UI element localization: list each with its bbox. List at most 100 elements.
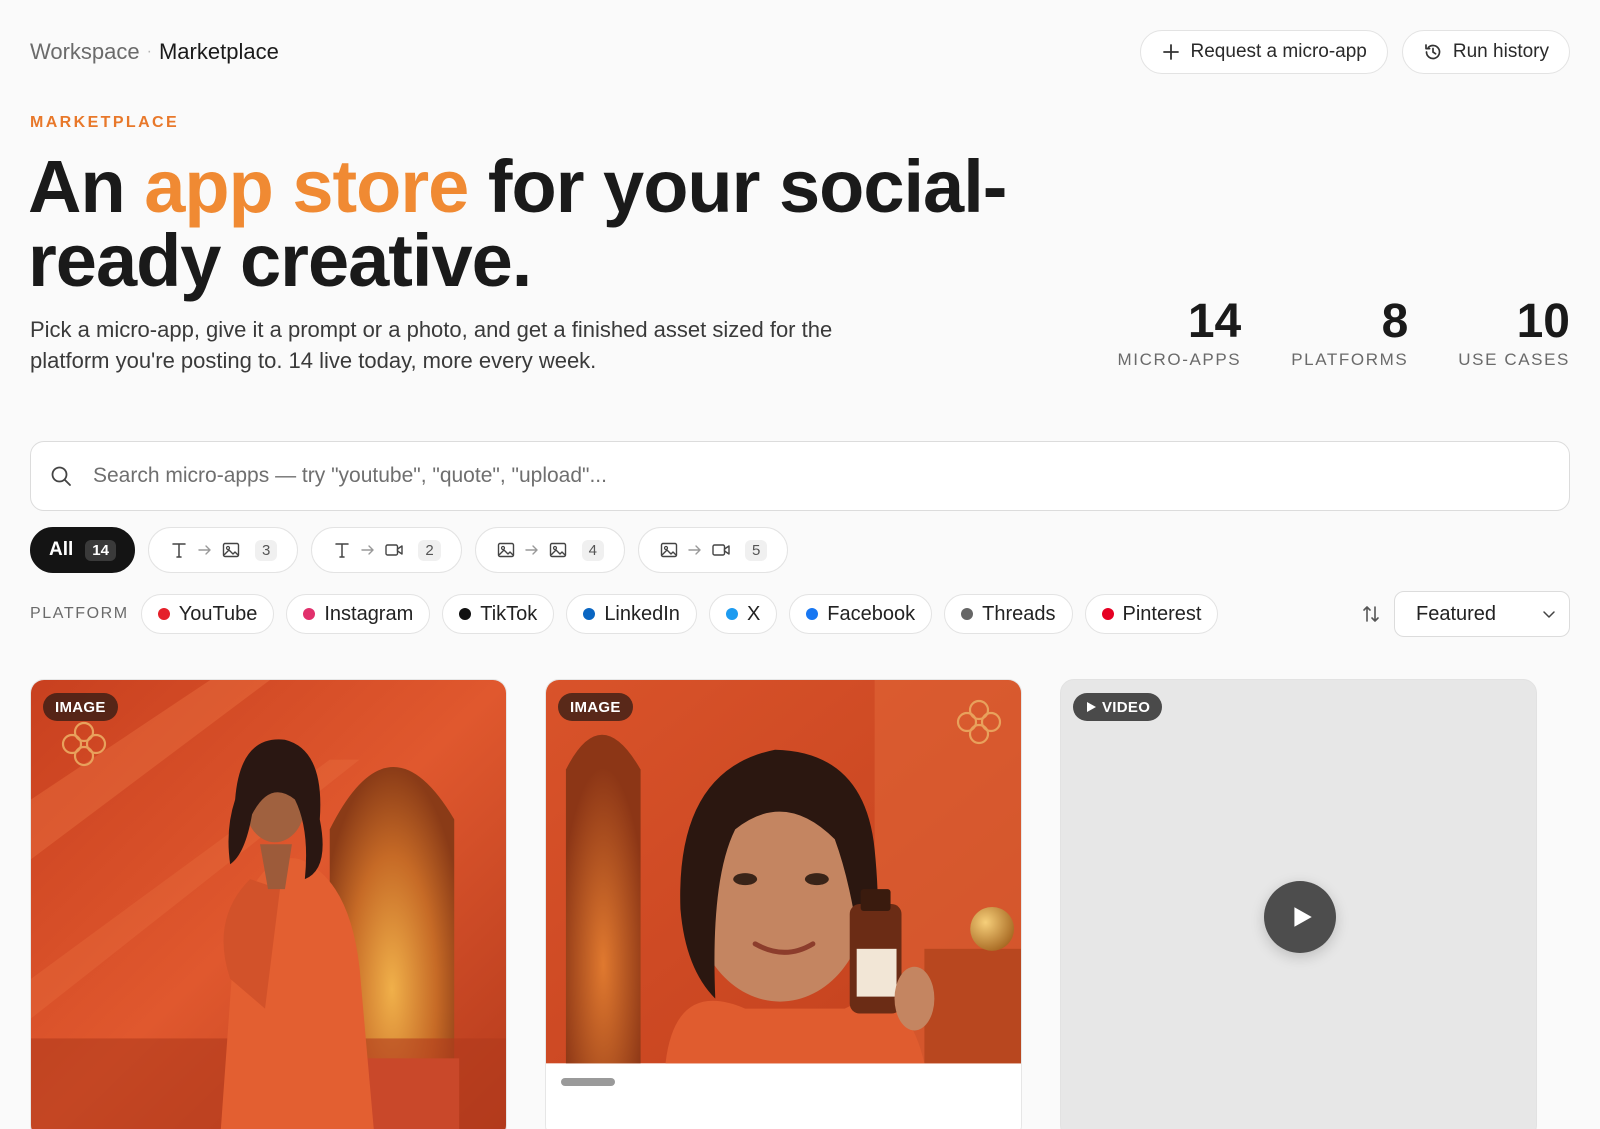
play-icon	[1294, 907, 1312, 927]
platform-chip-threads[interactable]: Threads	[944, 594, 1073, 634]
media-type-badge: VIDEO	[1073, 693, 1163, 721]
platform-chip-label: YouTube	[178, 602, 258, 625]
chevron-down-icon	[1543, 611, 1555, 618]
sort-area: Featured	[1360, 591, 1570, 637]
platform-color-dot	[961, 608, 974, 620]
sort-select[interactable]: Featured	[1394, 591, 1570, 637]
filter-text-to-video[interactable]: 2	[311, 527, 462, 573]
request-micro-app-button[interactable]: Request a micro-app	[1139, 30, 1388, 74]
platform-chip-label: Instagram	[324, 602, 414, 625]
stat-use-cases: 10 USE CASES	[1458, 296, 1570, 370]
stat-value: 14	[1187, 295, 1242, 348]
platform-filter-row: PLATFORM YouTube Instagram TikTok LinkedIn X…	[30, 591, 1570, 637]
card-thumbnail	[31, 680, 506, 1129]
platform-chip-x[interactable]: X	[708, 594, 778, 634]
stat-micro-apps: 14 MICRO-APPS	[1118, 296, 1242, 370]
video-icon	[712, 544, 730, 556]
page-title: An app store for your social-ready creat…	[28, 150, 1038, 298]
platform-color-dot	[806, 608, 819, 620]
platform-filter-label: PLATFORM	[30, 605, 129, 622]
platform-chip-label: TikTok	[480, 602, 538, 625]
title-part-1: An	[28, 145, 126, 228]
sort-icon[interactable]	[1360, 603, 1382, 625]
stat-label: MICRO-APPS	[1117, 350, 1242, 369]
arrow-right-icon	[198, 545, 211, 555]
platform-color-dot	[459, 608, 472, 620]
filter-count: 14	[85, 539, 116, 561]
platform-chip-facebook[interactable]: Facebook	[789, 594, 933, 634]
search-icon	[51, 466, 71, 486]
arrow-right-icon	[524, 545, 538, 555]
play-button[interactable]	[1264, 881, 1336, 953]
text-icon	[172, 543, 186, 558]
platform-chip-label: X	[746, 602, 761, 625]
filter-count: 5	[745, 539, 768, 561]
media-type-badge: IMAGE	[43, 693, 118, 721]
platform-chip-label: Threads	[982, 602, 1056, 625]
plus-icon	[1162, 44, 1179, 60]
platform-chip-linkedin[interactable]: LinkedIn	[566, 594, 697, 634]
platform-color-dot	[583, 608, 596, 620]
top-bar: Workspace · Marketplace Request a micro-…	[30, 30, 1570, 74]
platform-chips: YouTube Instagram TikTok LinkedIn X Facebook T…	[140, 594, 1219, 634]
micro-app-card[interactable]: IMAGE	[30, 679, 507, 1129]
brand-logo-icon	[956, 699, 1002, 745]
media-type-label: VIDEO	[1102, 698, 1151, 716]
platform-chip-label: Pinterest	[1122, 602, 1202, 625]
stat-label: PLATFORMS	[1291, 350, 1409, 369]
platform-chip-youtube[interactable]: YouTube	[140, 594, 275, 634]
stats: 14 MICRO-APPS 8 PLATFORMS 10 USE CASES	[1118, 296, 1570, 370]
search-bar	[30, 441, 1570, 511]
micro-app-grid: IMAGE IMAGE VIDEO	[30, 679, 1537, 1129]
card-footer	[546, 1065, 1021, 1129]
filter-count: 3	[254, 539, 278, 561]
play-small-icon	[1087, 702, 1096, 712]
image-icon	[222, 542, 240, 558]
platform-color-dot	[157, 608, 170, 620]
filter-image-to-image[interactable]: 4	[474, 527, 625, 573]
media-type-badge: IMAGE	[558, 693, 633, 721]
arrow-right-icon	[361, 545, 375, 555]
filter-image-to-video[interactable]: 5	[638, 527, 789, 573]
search-input[interactable]	[93, 464, 1551, 488]
sort-selected-value: Featured	[1416, 602, 1497, 625]
arrow-right-icon	[688, 545, 701, 555]
run-history-button[interactable]: Run history	[1401, 30, 1570, 74]
breadcrumb-workspace[interactable]: Workspace	[30, 39, 140, 65]
platform-chip-pinterest[interactable]: Pinterest	[1084, 594, 1219, 634]
micro-app-card[interactable]: VIDEO	[1060, 679, 1537, 1129]
section-eyebrow: MARKETPLACE	[30, 114, 180, 131]
history-icon	[1425, 44, 1441, 60]
platform-chip-label: LinkedIn	[604, 602, 680, 625]
platform-chip-instagram[interactable]: Instagram	[286, 594, 431, 634]
platform-chip-label: Facebook	[827, 602, 916, 625]
run-history-label: Run history	[1452, 41, 1549, 62]
brand-logo-icon	[61, 721, 107, 767]
stat-value: 8	[1381, 295, 1409, 348]
stat-value: 10	[1516, 295, 1570, 348]
stat-platforms: 8 PLATFORMS	[1291, 296, 1408, 370]
loading-placeholder	[561, 1078, 615, 1086]
micro-app-card[interactable]: IMAGE	[545, 679, 1022, 1129]
filter-count: 4	[581, 539, 604, 561]
stat-label: USE CASES	[1458, 350, 1570, 369]
video-icon	[385, 544, 404, 556]
breadcrumb-separator: ·	[146, 43, 152, 60]
card-thumbnail	[546, 680, 1021, 1129]
filter-count: 2	[418, 539, 441, 561]
image-icon	[549, 542, 566, 558]
filter-text-to-image[interactable]: 3	[147, 527, 299, 573]
platform-color-dot	[725, 608, 738, 620]
image-icon	[660, 542, 678, 558]
platform-color-dot	[303, 608, 316, 620]
breadcrumb: Workspace · Marketplace	[30, 39, 279, 65]
breadcrumb-marketplace: Marketplace	[158, 39, 279, 64]
platform-chip-tiktok[interactable]: TikTok	[442, 594, 555, 634]
page-description: Pick a micro-app, give it a prompt or a …	[30, 317, 833, 373]
top-actions: Request a micro-app Run history	[1139, 30, 1570, 74]
request-micro-app-label: Request a micro-app	[1190, 41, 1367, 62]
filter-all-label: All	[49, 539, 74, 560]
image-icon	[497, 542, 514, 558]
text-icon	[335, 543, 350, 558]
filter-all[interactable]: All 14	[30, 527, 135, 573]
